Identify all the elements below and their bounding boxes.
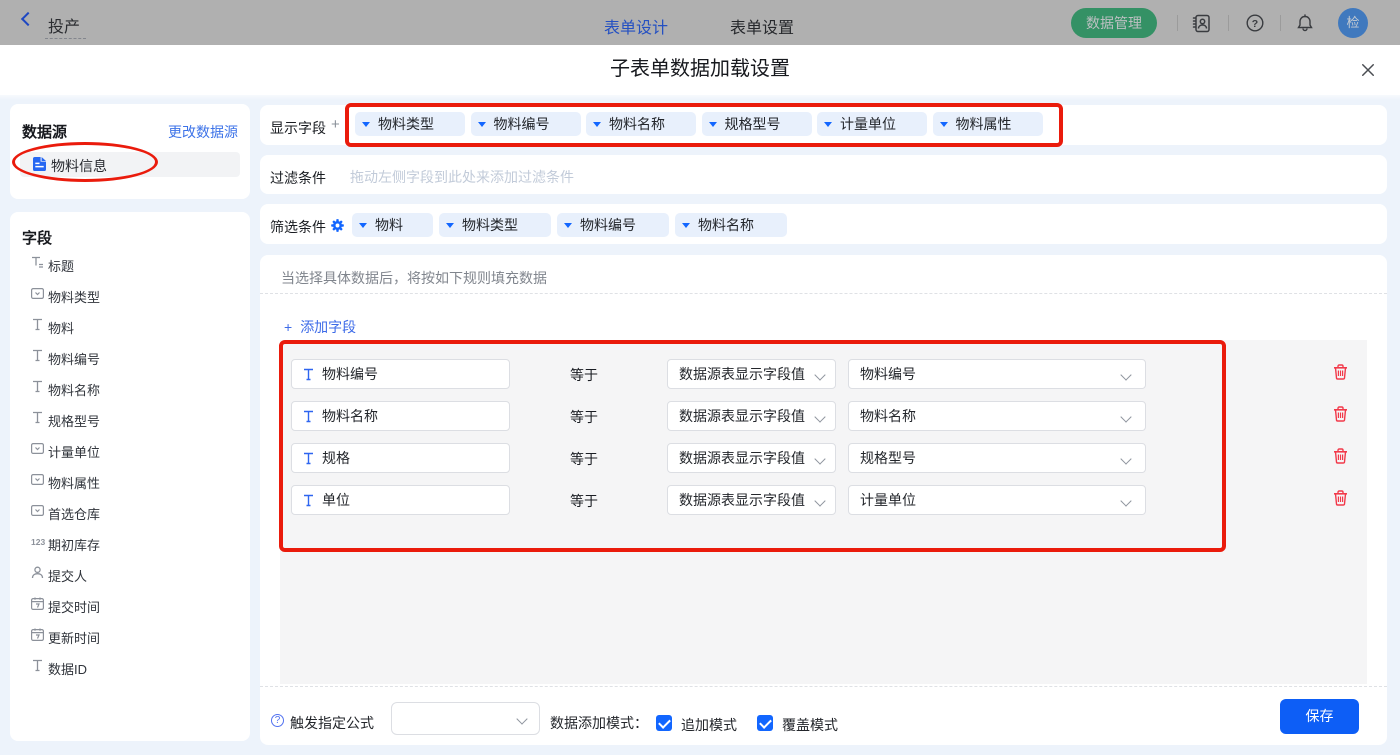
svg-text:?: ? xyxy=(1252,18,1258,30)
svg-text:123: 123 xyxy=(31,537,45,547)
